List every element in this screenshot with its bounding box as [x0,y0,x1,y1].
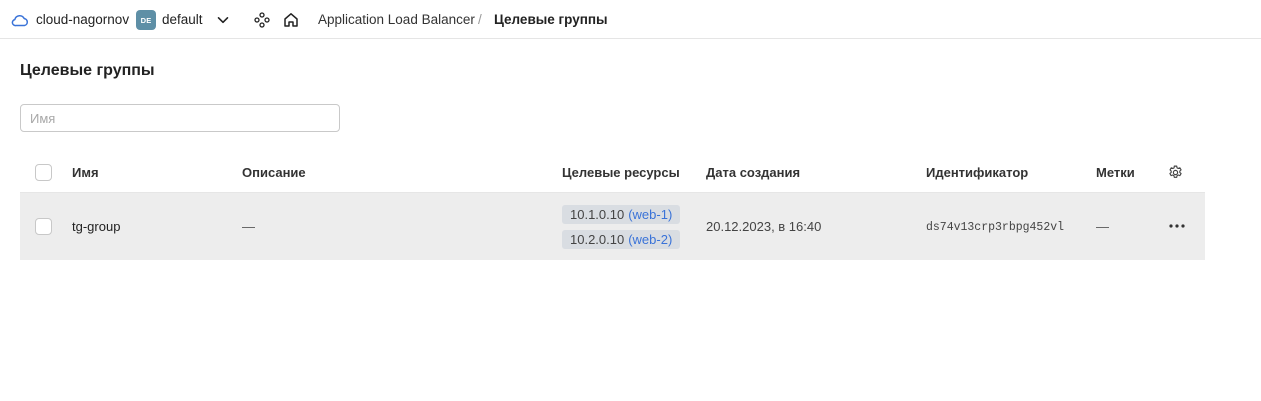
column-header-resources[interactable]: Целевые ресурсы [562,163,680,182]
breadcrumb-current: Целевые группы [494,12,608,27]
column-header-created[interactable]: Дата создания [706,163,800,182]
target-resource-tag: 10.1.0.10 (web-1) [562,205,681,224]
search-input[interactable] [20,104,340,132]
labels-value: — [1096,218,1109,234]
page-title: Целевые группы [20,62,155,79]
resource-id: ds74v13crp3rbpg452vl [926,220,1065,234]
folder-avatar: DE [136,10,156,30]
target-group-name[interactable]: tg-group [72,216,120,236]
column-header-description[interactable]: Описание [242,163,306,182]
column-header-id[interactable]: Идентификатор [926,163,1028,182]
select-all-checkbox[interactable] [35,164,52,181]
resource-ip: 10.1.0.10 [570,207,625,222]
top-navigation-bar: cloud-nagornov DE default Application Lo… [0,0,1261,39]
target-resource-tag: 10.2.0.10 (web-2) [562,230,681,249]
column-header-labels[interactable]: Метки [1096,163,1135,182]
created-date: 20.12.2023, в 16:40 [706,218,822,234]
resource-ip: 10.2.0.10 [570,232,625,247]
table-row[interactable]: tg-group — 10.1.0.10 (web-1) 10.2.0.10 (… [20,193,1205,260]
chevron-down-icon[interactable] [216,0,230,39]
description-value: — [242,218,255,234]
services-icon[interactable] [254,0,270,39]
cloud-selector[interactable]: cloud-nagornov [36,0,129,39]
column-header-name[interactable]: Имя [72,163,99,182]
breadcrumb-service-link[interactable]: Application Load Balancer [318,0,475,39]
gear-icon[interactable] [1167,163,1184,182]
cloud-icon [11,0,29,39]
resource-vm-link[interactable]: (web-1) [628,207,672,222]
breadcrumb-separator: / [478,12,482,27]
folder-selector[interactable]: default [162,0,203,39]
home-icon[interactable] [282,0,300,39]
more-icon[interactable] [1168,217,1186,235]
row-checkbox[interactable] [35,218,52,235]
resource-vm-link[interactable]: (web-2) [628,232,672,247]
